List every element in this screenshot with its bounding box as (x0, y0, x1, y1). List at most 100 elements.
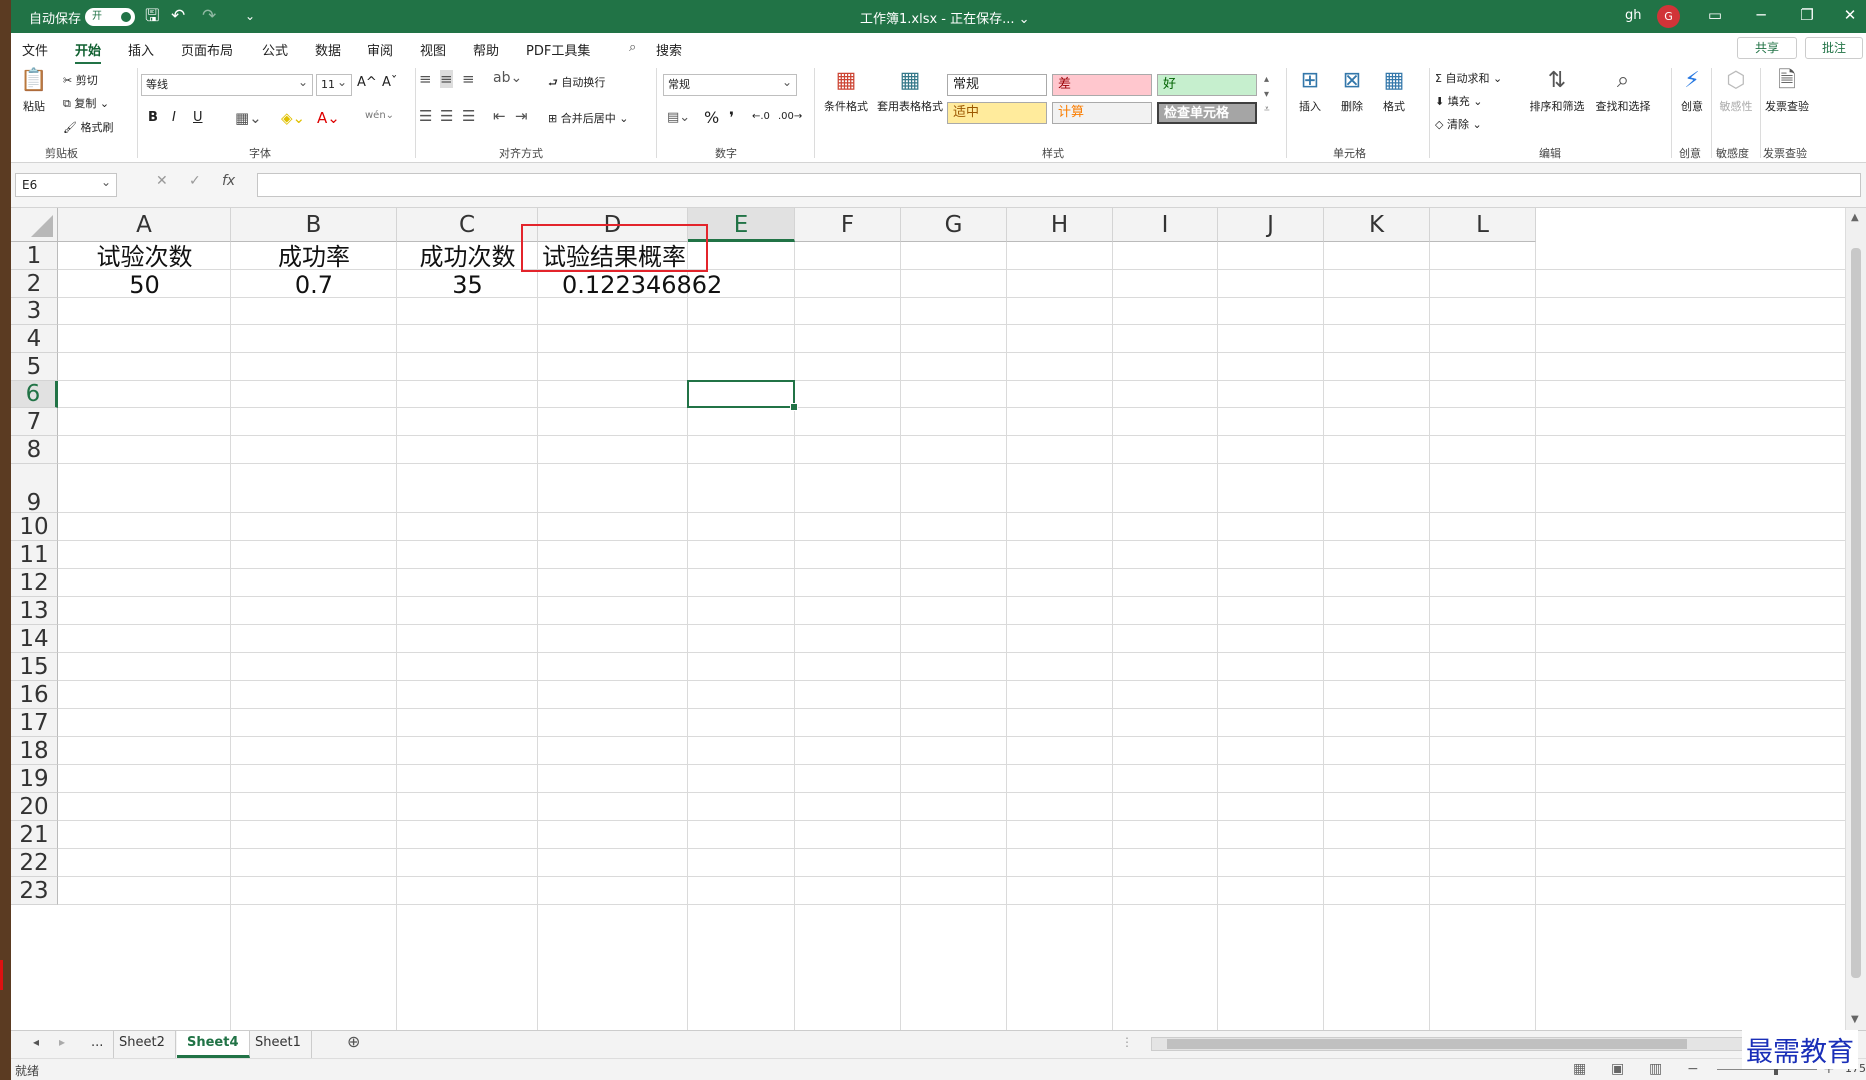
row-header-10[interactable]: 10 (11, 513, 58, 541)
row-header-6[interactable]: 6 (11, 381, 58, 408)
align-left-icon[interactable]: ☰ (419, 107, 432, 125)
row-header-1[interactable]: 1 (11, 242, 58, 270)
close-icon[interactable]: ✕ (1835, 6, 1865, 24)
restore-icon[interactable]: ❐ (1792, 6, 1822, 24)
fill-button[interactable]: ⬇ 填充 ⌄ (1435, 93, 1482, 109)
border-icon[interactable]: ▦⌄ (235, 109, 262, 127)
zoom-out-icon[interactable]: − (1687, 1061, 1699, 1077)
format-as-table-button[interactable]: ▦ 套用表格格式 (877, 66, 943, 114)
scroll-down-icon[interactable]: ▼ (1851, 1014, 1859, 1025)
comma-style-button[interactable]: ❜ (729, 108, 734, 127)
enter-icon[interactable]: ✓ (189, 173, 201, 189)
row-header-11[interactable]: 11 (11, 541, 58, 569)
name-box[interactable]: E6 (15, 171, 117, 197)
row-header-7[interactable]: 7 (11, 408, 58, 436)
row-header-13[interactable]: 13 (11, 597, 58, 625)
increase-decimal-icon[interactable]: ←.0 (752, 111, 770, 122)
paste-button[interactable]: 📋 粘贴 (17, 66, 51, 114)
phonetic-icon[interactable]: wén⌄ (365, 110, 394, 121)
search-icon[interactable]: ⌕ (629, 40, 636, 55)
row-header-9[interactable]: 9 (11, 464, 58, 516)
orientation-icon[interactable]: ab⌄ (493, 70, 522, 86)
align-right-icon[interactable]: ☰ (462, 107, 475, 125)
style-normal[interactable]: 常规 (947, 74, 1047, 96)
tab-file[interactable]: 文件 (22, 40, 48, 59)
document-title[interactable]: 工作簿1.xlsx - 正在保存... ⌄ (860, 8, 1030, 27)
create-button[interactable]: ⚡ 创意 (1675, 66, 1709, 114)
tab-view[interactable]: 视图 (420, 40, 446, 59)
row-header-18[interactable]: 18 (11, 737, 58, 765)
fill-color-icon[interactable]: ◈⌄ (281, 109, 305, 127)
cell-a1[interactable]: 试验次数 (58, 243, 231, 271)
tab-formulas[interactable]: 公式 (262, 40, 288, 59)
format-cells-button[interactable]: ▦ 格式 (1375, 66, 1413, 114)
row-header-16[interactable]: 16 (11, 681, 58, 709)
align-center-icon[interactable]: ☰ (440, 107, 453, 125)
decrease-indent-icon[interactable]: ⇤ (493, 107, 506, 125)
redo-icon[interactable]: ↷ (202, 5, 216, 27)
zoom-slider[interactable] (1717, 1064, 1817, 1075)
sensitivity-button[interactable]: ⬡ 敏感性 (1717, 66, 1755, 114)
row-header-8[interactable]: 8 (11, 436, 58, 464)
tab-splitter-icon[interactable]: ⋮ (1121, 1035, 1133, 1049)
style-good[interactable]: 好 (1157, 74, 1257, 96)
shrink-font-button[interactable]: Aˇ (382, 75, 397, 90)
sort-filter-button[interactable]: ⇅ 排序和筛选 (1525, 66, 1589, 114)
tab-data[interactable]: 数据 (315, 40, 341, 59)
tab-help[interactable]: 帮助 (473, 40, 499, 59)
next-sheet-icon[interactable]: ▸ (59, 1035, 65, 1049)
autosum-button[interactable]: Σ 自动求和 ⌄ (1435, 70, 1502, 86)
scroll-up-icon[interactable]: ▲ (1851, 212, 1859, 223)
save-icon[interactable]: 🖫 (145, 5, 159, 27)
align-middle-icon[interactable]: ≡ (440, 70, 453, 88)
page-layout-view-icon[interactable]: ▣ (1611, 1061, 1624, 1077)
style-check-cell[interactable]: 检查单元格 (1157, 102, 1257, 124)
formula-input[interactable] (257, 173, 1861, 197)
scroll-thumb[interactable] (1851, 248, 1861, 978)
row-header-3[interactable]: 3 (11, 298, 58, 325)
conditional-format-button[interactable]: ▦ 条件格式 (817, 66, 875, 114)
delete-cells-button[interactable]: ⊠ 删除 (1333, 66, 1371, 114)
font-color-icon[interactable]: A⌄ (317, 109, 340, 127)
decrease-decimal-icon[interactable]: .00→ (778, 111, 802, 122)
clear-button[interactable]: ◇ 清除 ⌄ (1435, 116, 1482, 132)
tab-review[interactable]: 审阅 (367, 40, 393, 59)
row-header-19[interactable]: 19 (11, 765, 58, 793)
sheet-tab[interactable]: Sheet2 (109, 1031, 176, 1058)
cancel-icon[interactable]: ✕ (156, 173, 168, 189)
column-header-i[interactable]: I (1113, 208, 1218, 242)
cell-a2[interactable]: 50 (58, 271, 231, 299)
cell-b2[interactable]: 0.7 (231, 271, 397, 299)
prev-sheet-icon[interactable]: ◂ (33, 1035, 39, 1049)
add-sheet-icon[interactable]: ⊕ (347, 1032, 360, 1051)
column-header-a[interactable]: A (58, 208, 231, 242)
row-header-5[interactable]: 5 (11, 353, 58, 381)
cell-b1[interactable]: 成功率 (231, 243, 397, 271)
insert-cells-button[interactable]: ⊞ 插入 (1291, 66, 1329, 114)
copy-button[interactable]: ⧉ 复制 ⌄ (63, 95, 109, 111)
row-header-4[interactable]: 4 (11, 325, 58, 353)
column-header-g[interactable]: G (901, 208, 1007, 242)
row-header-23[interactable]: 23 (11, 877, 58, 905)
tab-page-layout[interactable]: 页面布局 (181, 40, 233, 59)
sheet-tab-active[interactable]: Sheet4 (177, 1031, 250, 1058)
search-label[interactable]: 搜索 (656, 40, 682, 59)
row-header-17[interactable]: 17 (11, 709, 58, 737)
autosave-toggle[interactable]: 开 (85, 8, 135, 26)
share-button[interactable]: 共享 (1737, 37, 1797, 59)
select-all-corner[interactable] (11, 208, 58, 242)
undo-icon[interactable]: ↶ (171, 5, 185, 27)
row-header-2[interactable]: 2 (11, 270, 58, 298)
comment-button[interactable]: 批注 (1805, 37, 1863, 59)
row-header-22[interactable]: 22 (11, 849, 58, 877)
cell-c1[interactable]: 成功次数 (397, 243, 538, 271)
wrap-text-button[interactable]: ⮐ 自动换行 (548, 74, 605, 93)
format-painter-button[interactable]: 🖌 格式刷 (63, 119, 113, 135)
column-header-k[interactable]: K (1324, 208, 1430, 242)
increase-indent-icon[interactable]: ⇥ (515, 107, 528, 125)
column-header-c[interactable]: C (397, 208, 538, 242)
number-format-select[interactable]: 常规 (663, 72, 797, 96)
avatar[interactable]: G (1657, 5, 1680, 28)
cell-d2[interactable]: 0.122346862 (562, 271, 722, 299)
bold-button[interactable]: B (148, 110, 158, 125)
